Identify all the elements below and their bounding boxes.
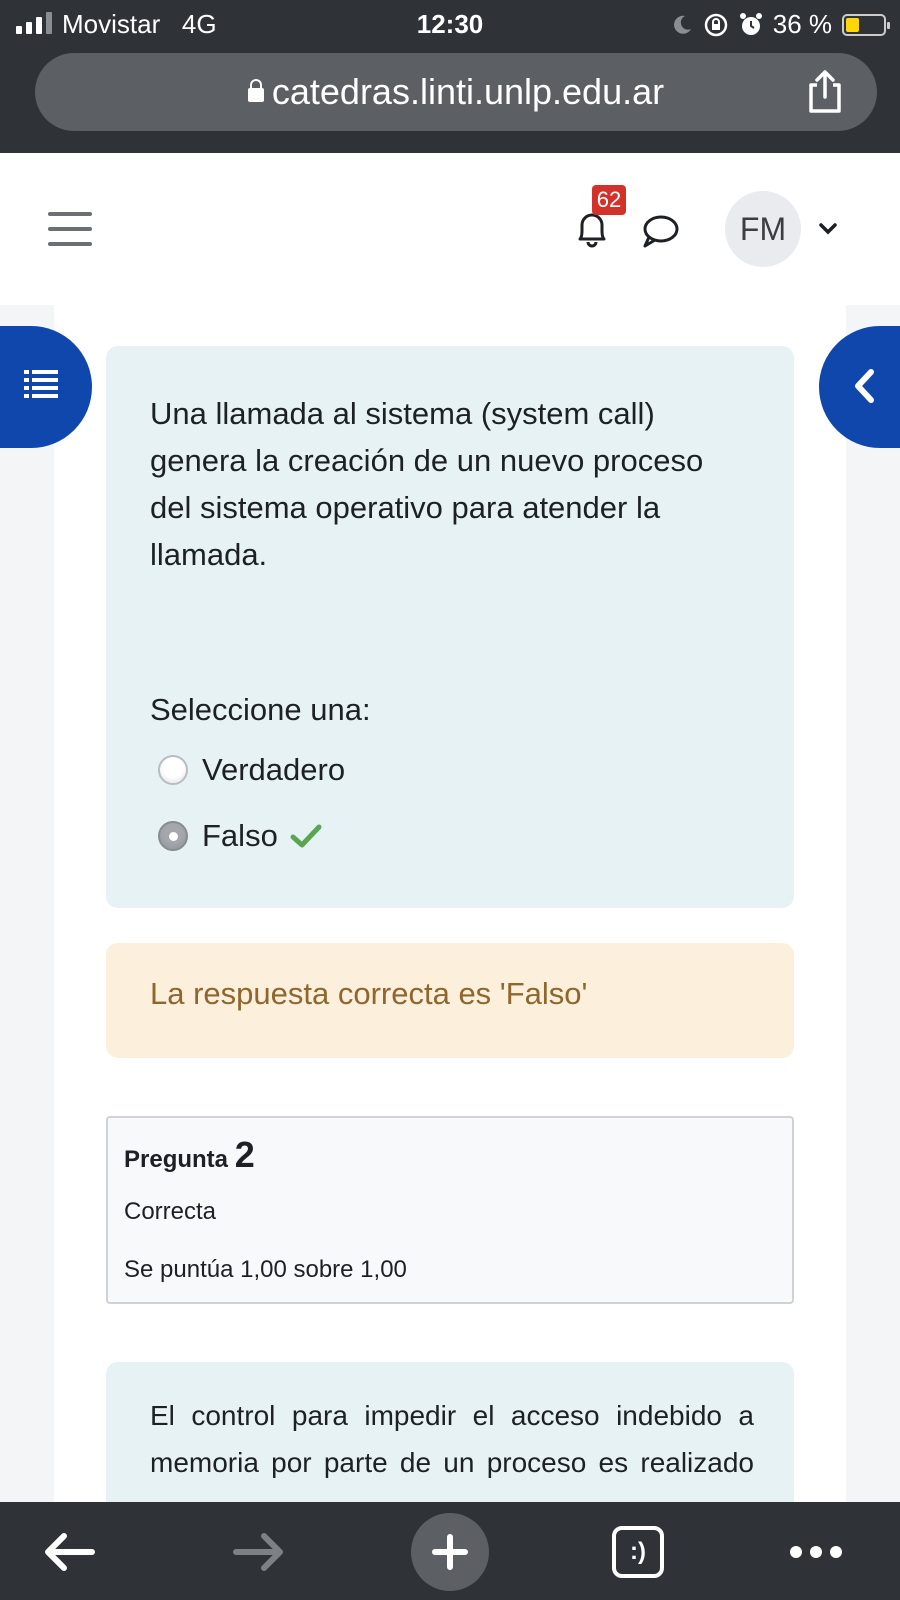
tabs-icon[interactable]: :)	[612, 1526, 664, 1578]
new-tab-button[interactable]	[411, 1513, 489, 1591]
hamburger-menu-icon[interactable]	[48, 212, 92, 246]
alarm-icon	[739, 12, 762, 35]
answer-option[interactable]: Falso	[158, 818, 322, 854]
question-grade: Se puntúa 1,00 sobre 1,00	[124, 1256, 407, 1283]
question-number-value: 2	[234, 1134, 255, 1175]
forward-arrow-icon[interactable]	[232, 1530, 286, 1574]
check-icon	[290, 824, 322, 848]
share-icon[interactable]	[803, 69, 847, 115]
battery-percent: 36 %	[772, 9, 832, 39]
bell-icon[interactable]	[572, 209, 612, 249]
more-icon[interactable]	[790, 1546, 842, 1558]
chat-icon[interactable]	[640, 213, 680, 251]
list-icon	[24, 370, 58, 398]
answer-option[interactable]: Verdadero	[158, 752, 345, 788]
question-state: Correcta	[124, 1198, 217, 1225]
chevron-left-icon	[855, 369, 874, 403]
radio-button-selected[interactable]	[158, 821, 188, 851]
back-arrow-icon[interactable]	[42, 1530, 96, 1574]
answer-option-label: Falso	[202, 818, 278, 853]
question-text-box: Una llamada al sistema (system call) gen…	[106, 346, 794, 908]
status-icons: 36 %	[671, 9, 890, 40]
rotation-lock-icon	[704, 13, 727, 36]
answer-option-label: Verdadero	[202, 752, 346, 787]
feedback-box: La respuesta correcta es 'Falso'	[106, 943, 794, 1058]
avatar[interactable]: FM	[725, 191, 801, 267]
site-header: 62 FM	[0, 153, 900, 305]
chevron-down-icon[interactable]	[818, 219, 838, 239]
question-number: Pregunta 2	[124, 1134, 255, 1176]
status-bar: Movistar 4G 12:30 36 %	[0, 0, 900, 46]
question-info: Pregunta 2 Correcta Se puntúa 1,00 sobre…	[106, 1116, 794, 1304]
radio-button[interactable]	[158, 755, 188, 785]
browser-chrome: catedras.linti.unlp.edu.ar	[0, 46, 900, 153]
url-text: catedras.linti.unlp.edu.ar	[271, 71, 665, 112]
question-text: El control para impedir el acceso indebi…	[150, 1400, 754, 1478]
notification-badge: 62	[592, 185, 626, 215]
browser-toolbar: :)	[0, 1502, 900, 1600]
lock-icon	[247, 79, 264, 102]
question-text: Una llamada al sistema (system call) gen…	[150, 396, 704, 572]
question-label: Pregunta	[124, 1146, 229, 1173]
moon-icon	[673, 15, 691, 34]
answer-prompt: Seleccione una:	[150, 692, 371, 727]
battery-icon	[842, 13, 890, 36]
address-bar[interactable]: catedras.linti.unlp.edu.ar	[35, 53, 877, 131]
correct-answer-text: La respuesta correcta es 'Falso'	[150, 976, 588, 1011]
plus-icon	[432, 1534, 468, 1570]
